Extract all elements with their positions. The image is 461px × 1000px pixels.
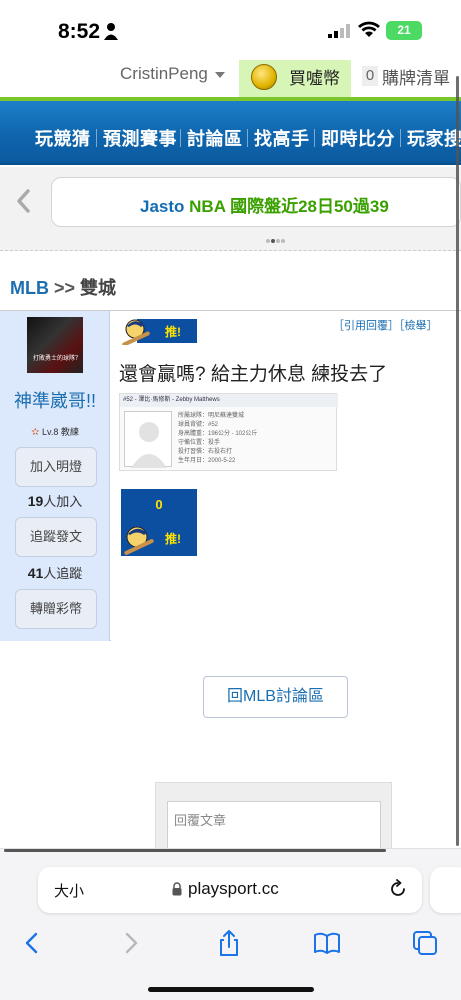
page-settings-button[interactable]: 大小 [54,880,84,901]
push-label: 推! [165,324,181,339]
breadcrumb-separator: >> [49,278,81,298]
cart-count-badge: 0 [362,66,378,86]
chevron-down-icon[interactable] [215,72,225,78]
add-beacon-button[interactable]: 加入明燈 [15,447,97,487]
avatar-caption: 打敗勇士的球隊？ [33,356,82,362]
url-text: playsport.cc [188,879,279,898]
ticker-user[interactable]: Jasto [140,197,184,216]
horizontal-scrollbar[interactable] [4,849,386,852]
back-icon[interactable] [18,929,46,957]
bookmarks-icon[interactable] [313,929,341,957]
nav-item-predict[interactable]: 預測賽事 [103,125,177,151]
push-vote-box[interactable]: 0 推! [121,489,197,556]
player-card-line: 投打習慣：右投右打 [178,449,233,455]
tabs-icon[interactable] [411,929,439,957]
share-icon[interactable] [215,929,243,957]
browser-toolbar: 大小 playsport.cc [0,848,461,1000]
push-button[interactable]: 推! [121,317,197,345]
cellular-signal-icon [328,24,350,38]
player-card-line: 守備位置：投手 [178,440,221,446]
battery-indicator: 21 [386,21,422,40]
breadcrumb-current: 雙城 [80,278,117,298]
author-panel: 打敗勇士的球隊？ 神準崴哥!! ✫ Lv.8 教練 加入明燈 19人加入 追蹤發… [0,311,110,641]
gift-coins-button[interactable]: 轉贈彩幣 [15,589,97,629]
forum-post: 打敗勇士的球隊？ 神準崴哥!! ✫ Lv.8 教練 加入明燈 19人加入 追蹤發… [0,310,461,641]
ticker-carousel: Jasto NBA 國際盤近28日50過39 [0,167,461,251]
status-bar: 8:52 21 [0,0,461,60]
vertical-scrollbar[interactable] [456,76,459,846]
player-card-line: 身高體重：196公分 - 102公斤 [178,431,258,437]
follower-count: 19人加入 [27,493,83,509]
carousel-dots [266,230,286,243]
ticker-record: NBA 國際盤近28日50過39 [184,197,389,216]
nav-item-experts[interactable]: 找高手 [254,125,310,151]
batter-icon: 推! [124,526,181,555]
ticker-card[interactable]: Jasto NBA 國際盤近28日50過39 [51,177,461,227]
breadcrumb: MLB >> 雙城 [10,274,116,300]
author-level: ✫ Lv.8 教練 [0,425,110,438]
level-label: Lv.8 教練 [42,427,79,437]
reload-icon[interactable] [388,879,408,899]
push-label: 推! [165,531,181,546]
wifi-icon [358,21,380,37]
player-photo-placeholder [124,411,172,468]
status-time: 8:52 [58,20,101,43]
star-icon: ✫ [31,427,40,438]
player-card-line: 所屬球隊：明尼蘇達雙城 [178,413,245,419]
forward-icon[interactable] [117,929,145,957]
buy-coins-tab[interactable]: 買噓幣 [239,60,351,98]
track-posts-button[interactable]: 追蹤發文 [15,517,97,557]
tracker-count: 41人追蹤 [27,565,83,581]
ticker-text: Jasto NBA 國際盤近28日50過39 [140,192,389,217]
player-card-line: 生年月日：2000-5-22 [178,458,236,464]
nav-item-forum[interactable]: 討論區 [187,125,243,151]
player-card-line: 球員背號：#52 [178,422,219,428]
quote-report-links[interactable]: ［引用回覆］［檢舉］ [333,317,438,333]
player-card-header: #52 - 澤比·馬修斯 - Zebby Matthews [120,394,338,407]
player-info-image: #52 - 澤比·馬修斯 - Zebby Matthews 所屬球隊：明尼蘇達雙… [119,393,338,471]
author-name[interactable]: 神準崴哥!! [0,387,110,413]
user-bar: CristinPeng 買噓幣 0 購牌清單 [0,60,461,98]
back-to-forum-button[interactable]: 回MLB討論區 [203,676,348,718]
cart-link[interactable]: 購牌清單 [382,64,450,89]
post-content: 推! ［引用回覆］［檢舉］ 還會贏嗎? 給主力休息 練投去了 #52 - 澤比·… [111,311,461,641]
breadcrumb-forum-link[interactable]: MLB [10,278,49,298]
post-title: 還會贏嗎? 給主力休息 練投去了 [119,364,388,385]
next-tab-preview[interactable] [430,867,461,913]
person-icon [104,23,118,40]
home-indicator [148,987,314,992]
avatar[interactable]: 打敗勇士的球隊？ [27,317,83,373]
buy-coins-label: 買噓幣 [289,69,340,88]
nav-item-guess[interactable]: 玩競猜 [35,125,91,151]
username-menu[interactable]: CristinPeng [120,64,208,84]
address-bar[interactable]: 大小 playsport.cc [38,867,422,913]
chevron-left-icon[interactable] [14,187,34,215]
main-nav: 玩競猜 預測賽事 討論區 找高手 即時比分 玩家搜 [0,101,461,165]
push-count: 0 [155,497,163,512]
nav-item-player-search[interactable]: 玩家搜 [407,125,461,151]
lock-icon [172,882,182,896]
coin-icon [251,64,277,90]
nav-item-live-score[interactable]: 即時比分 [321,125,395,151]
